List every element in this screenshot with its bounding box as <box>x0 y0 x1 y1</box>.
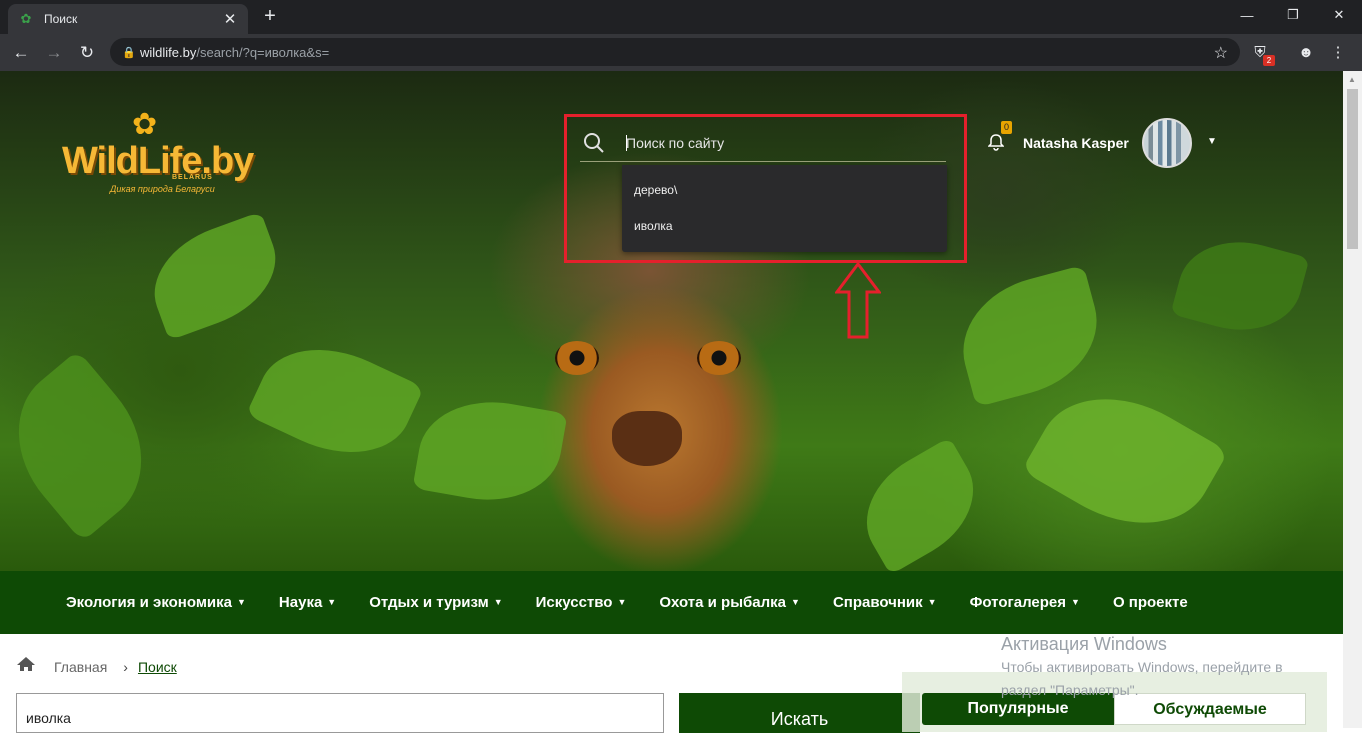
chevron-down-icon: ▼ <box>791 597 800 607</box>
watermark-line: Чтобы активировать Windows, перейдите в <box>1001 659 1283 675</box>
logo-country: BELARUS <box>172 174 213 181</box>
minimize-window-button[interactable]: — <box>1224 0 1270 30</box>
chevron-down-icon: ▼ <box>493 597 503 607</box>
nav-item-reference[interactable]: Справочник ▼ <box>833 594 937 611</box>
leaf-decoration <box>1021 366 1229 556</box>
browser-tab[interactable]: ✿ Поиск ✕ <box>8 4 248 34</box>
nav-item-art[interactable]: Искусство ▼ <box>536 594 627 611</box>
close-window-button[interactable]: ✕ <box>1316 0 1362 30</box>
watermark-title: Активация Windows <box>1001 634 1167 654</box>
home-icon[interactable] <box>16 656 38 677</box>
nav-item-science[interactable]: Наука ▼ <box>279 594 336 611</box>
forward-arrow-icon[interactable]: → <box>41 40 67 66</box>
search-submit-button[interactable]: Искать <box>679 693 920 733</box>
browser-tab-strip: ✿ Поиск ✕ + — ❐ ✕ <box>0 0 1362 34</box>
leaf-decoration <box>845 437 995 571</box>
lynx-eye <box>697 341 741 375</box>
restore-window-button[interactable]: ❐ <box>1270 0 1316 30</box>
user-menu-chevron-down-icon[interactable]: ▼ <box>1207 136 1217 147</box>
user-name[interactable]: Natasha Kasper <box>1023 135 1129 151</box>
chevron-down-icon: ▼ <box>327 597 337 607</box>
leaf-decoration <box>138 211 292 341</box>
search-query-field[interactable]: иволка <box>16 693 664 733</box>
lynx-eye <box>555 341 599 375</box>
paw-logo-icon: ✿ <box>132 108 158 141</box>
chevron-down-icon: ▼ <box>237 597 246 607</box>
nav-item-tourism[interactable]: Отдых и туризм ▼ <box>369 594 502 611</box>
site-logo[interactable]: ✿ WildLife.by BELARUS Дикая природа Бела… <box>62 108 254 200</box>
nav-item-hunting[interactable]: Охота и рыбалка ▼ <box>659 594 800 611</box>
windows-activation-watermark: Активация Windows Чтобы активировать Win… <box>1001 634 1331 701</box>
address-bar[interactable]: 🔒 wildlife.by/search/?q=иволка&s= ☆ <box>110 38 1240 66</box>
bookmark-star-icon[interactable]: ☆ <box>1214 43 1228 63</box>
menu-dots-icon[interactable]: ⋮ <box>1328 42 1348 62</box>
chevron-down-icon: ▼ <box>617 597 627 607</box>
watermark-line: раздел "Параметры". <box>1001 682 1139 698</box>
notification-count-badge: 0 <box>1001 121 1012 134</box>
back-arrow-icon[interactable]: ← <box>8 40 34 66</box>
url-text: wildlife.by/search/?q=иволка&s= <box>140 44 330 60</box>
leaf-decoration <box>412 389 568 513</box>
paw-favicon-icon: ✿ <box>20 11 32 26</box>
scroll-up-icon[interactable]: ▲ <box>1348 75 1356 84</box>
new-tab-button[interactable]: + <box>258 6 282 28</box>
nav-item-about[interactable]: О проекте <box>1113 594 1188 611</box>
chevron-right-icon: › <box>123 658 128 675</box>
main-navigation: Экология и экономика ▼ Наука ▼ Отдых и тур… <box>0 571 1343 634</box>
bell-icon[interactable] <box>987 133 1006 153</box>
leaf-decoration <box>245 323 425 479</box>
avatar[interactable] <box>1142 118 1192 168</box>
lynx-nose <box>612 411 682 466</box>
logo-tagline: Дикая природа Беларуси <box>110 184 215 194</box>
nav-item-gallery[interactable]: Фотогалерея ▼ <box>970 594 1080 611</box>
chevron-down-icon: ▼ <box>927 597 937 607</box>
extension-badge: 2 <box>1263 55 1275 66</box>
highlight-annotation-box <box>564 114 967 263</box>
lock-icon: 🔒 <box>122 46 136 59</box>
profile-icon[interactable]: ☻ <box>1296 42 1316 62</box>
page-scrollbar[interactable]: ▲ <box>1343 71 1362 728</box>
breadcrumb-home[interactable]: Главная <box>54 659 107 675</box>
up-arrow-annotation-icon <box>835 262 881 339</box>
nav-item-ecology[interactable]: Экология и экономика ▼ <box>66 594 246 611</box>
leaf-decoration <box>948 264 1112 408</box>
browser-toolbar: ← → ↻ 🔒 wildlife.by/search/?q=иволка&s= … <box>0 34 1362 71</box>
reload-icon[interactable]: ↻ <box>74 40 100 66</box>
leaf-decoration <box>0 349 175 543</box>
logo-wordmark: WildLife.by <box>62 140 254 182</box>
chevron-down-icon: ▼ <box>1071 597 1080 607</box>
scrollbar-thumb[interactable] <box>1347 89 1358 249</box>
close-tab-icon[interactable]: ✕ <box>222 10 238 28</box>
breadcrumb: Главная › Поиск <box>16 656 177 677</box>
tab-title: Поиск <box>44 12 78 26</box>
leaf-decoration <box>1170 227 1310 345</box>
breadcrumb-current[interactable]: Поиск <box>138 659 177 675</box>
